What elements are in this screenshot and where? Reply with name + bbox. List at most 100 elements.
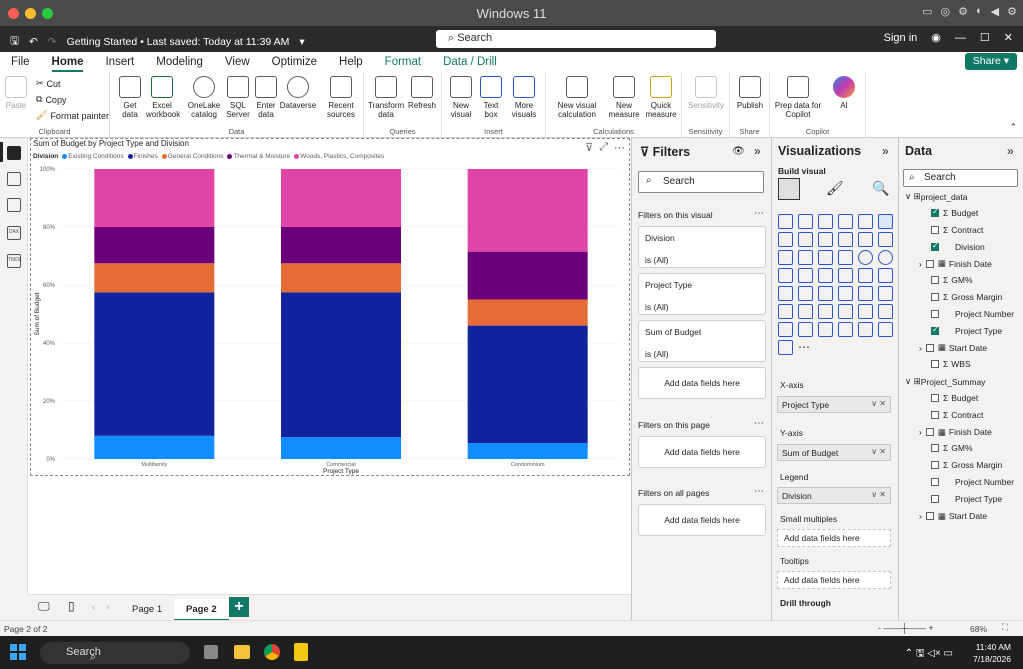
legend-item[interactable]: Finishes: [127, 153, 158, 160]
document-title[interactable]: Getting Started • Last saved: Today at 1…: [67, 36, 290, 48]
new-measure-button[interactable]: New measure: [606, 76, 642, 119]
tab-insert[interactable]: Insert: [94, 52, 145, 72]
field-checkbox[interactable]: [931, 394, 939, 402]
desktop-layout-icon[interactable]: 🖵: [38, 599, 50, 614]
bar-segment[interactable]: [94, 292, 215, 436]
narrative-icon[interactable]: [878, 322, 893, 337]
field-item[interactable]: › ▦ Finish Date: [919, 427, 992, 438]
zoom-slider[interactable]: - ——┼—— +: [878, 623, 934, 633]
publish-button[interactable]: Publish: [732, 76, 768, 110]
sql-server-button[interactable]: SQL Server: [226, 76, 250, 119]
bar-segment[interactable]: [467, 325, 588, 444]
close-button[interactable]: ✕: [1004, 31, 1013, 44]
metrics-icon[interactable]: [818, 322, 833, 337]
field-item[interactable]: Σ Budget: [931, 393, 978, 403]
global-search-input[interactable]: ⌕ Search: [436, 30, 716, 48]
paginated-report-icon[interactable]: [878, 304, 893, 319]
data-search-input[interactable]: ⌕ Search: [903, 169, 1018, 187]
analytics-tab-icon[interactable]: 🔍: [872, 180, 889, 197]
maximize-button[interactable]: ☐: [980, 31, 990, 44]
expand-icon[interactable]: ›: [919, 427, 922, 437]
r-visual-icon[interactable]: [878, 286, 893, 301]
onelake-button[interactable]: OneLake catalog: [186, 76, 222, 119]
bar-segment[interactable]: [467, 443, 588, 459]
refresh-button[interactable]: Refresh: [406, 76, 438, 110]
donut-chart-icon[interactable]: [878, 250, 893, 265]
field-item[interactable]: › ▦ Start Date: [919, 511, 987, 522]
legend-item[interactable]: Woods, Plastics, Composites: [294, 153, 384, 160]
copilot-visual-icon[interactable]: [778, 340, 793, 355]
line-chart-icon[interactable]: [778, 232, 793, 247]
100-stacked-area-icon[interactable]: [838, 232, 853, 247]
bar-segment[interactable]: [467, 299, 588, 326]
bar-segment[interactable]: [281, 292, 401, 438]
gauge-icon[interactable]: [878, 268, 893, 283]
mobile-layout-icon[interactable]: ▯: [68, 599, 75, 613]
paste-button[interactable]: Paste: [4, 76, 28, 110]
field-checkbox[interactable]: [931, 461, 939, 470]
field-checkbox[interactable]: [931, 207, 939, 217]
cut-button[interactable]: ✂ Cut: [36, 78, 61, 89]
power-bi-icon[interactable]: [294, 643, 308, 661]
more-options-icon[interactable]: ⋯: [754, 208, 764, 219]
legend-item[interactable]: Existing Conditions: [62, 153, 124, 160]
field-checkbox[interactable]: [931, 293, 939, 301]
tray-icons[interactable]: ⌃ 🖫 ◁× ▭: [905, 646, 953, 663]
y-axis-well[interactable]: Sum of Budget ∨ ✕: [777, 444, 891, 461]
collapse-viz-icon[interactable]: »: [882, 144, 889, 158]
stacked-area-chart-icon[interactable]: [818, 232, 833, 247]
taskbar-search[interactable]: ⌕ Search: [40, 642, 190, 664]
file-explorer-icon[interactable]: [234, 645, 250, 659]
tab-help[interactable]: Help: [328, 52, 374, 72]
copy-button[interactable]: ⧉ Copy: [36, 94, 66, 105]
more-options-icon[interactable]: ⋯: [754, 418, 764, 429]
filter-all-pages-drop-zone[interactable]: Add data fields here: [638, 504, 766, 536]
field-checkbox[interactable]: [931, 478, 939, 486]
field-item[interactable]: › ▦ Start Date: [919, 342, 987, 353]
excel-button[interactable]: Excel workbook: [146, 76, 180, 119]
table-node[interactable]: ∨ ⊞ project_data: [905, 191, 968, 202]
dax-query-icon[interactable]: DAX: [7, 226, 21, 240]
quick-measure-button[interactable]: Quick measure: [644, 76, 678, 119]
field-item[interactable]: Σ Budget: [931, 207, 978, 218]
legend-item[interactable]: Thermal & Moisture: [227, 153, 290, 160]
field-item[interactable]: Project Type: [931, 325, 1002, 336]
fit-page-icon[interactable]: ⛶: [1002, 622, 1008, 633]
bar-segment[interactable]: [467, 251, 588, 300]
bar-segment[interactable]: [94, 169, 215, 227]
clock[interactable]: 11:40 AM 7/18/2026: [973, 641, 1011, 665]
share-button[interactable]: Share ▾: [964, 53, 1017, 70]
expand-icon[interactable]: ›: [919, 343, 922, 353]
small-multiples-drop-zone[interactable]: Add data fields here: [777, 529, 891, 547]
ribbon-chart-icon[interactable]: [778, 250, 793, 265]
power-automate-icon[interactable]: [798, 322, 813, 337]
enter-data-button[interactable]: Enter data: [254, 76, 278, 119]
report-view-icon[interactable]: [7, 146, 21, 160]
field-item[interactable]: Σ Contract: [931, 410, 983, 420]
filter-card-sum-of-budget[interactable]: Sum of Budget is (All): [638, 320, 766, 362]
field-checkbox[interactable]: [925, 428, 934, 437]
collapse-filters-icon[interactable]: »: [754, 144, 761, 158]
field-item[interactable]: Project Number: [931, 309, 1014, 319]
field-checkbox[interactable]: [931, 325, 939, 335]
treemap-icon[interactable]: [778, 268, 793, 283]
tab-page-2[interactable]: Page 2: [174, 599, 229, 621]
field-checkbox[interactable]: [931, 241, 939, 251]
field-item[interactable]: Σ GM%: [931, 275, 973, 285]
expand-icon[interactable]: ›: [919, 511, 922, 521]
field-item[interactable]: Division: [931, 241, 985, 252]
transform-data-button[interactable]: Transform data: [368, 76, 404, 119]
qa-visual-icon[interactable]: [838, 304, 853, 319]
shape-map-icon[interactable]: [838, 268, 853, 283]
scatter-chart-icon[interactable]: [838, 250, 853, 265]
bar-segment[interactable]: [281, 169, 401, 227]
collapse-data-icon[interactable]: »: [1007, 144, 1014, 158]
recent-sources-button[interactable]: Recent sources: [322, 76, 360, 119]
x-axis-well[interactable]: Project Type ∨ ✕: [777, 396, 891, 413]
undo-icon[interactable]: ↶: [29, 36, 38, 48]
matrix-icon[interactable]: [858, 286, 873, 301]
prep-data-copilot-button[interactable]: Prep data for Copilot: [774, 76, 822, 119]
new-visual-calculation-button[interactable]: New visual calculation: [550, 76, 604, 119]
stacked-bar-visual[interactable]: Sum of Budget by Project Type and Divisi…: [30, 138, 630, 476]
smart-narrative-icon[interactable]: [858, 304, 873, 319]
